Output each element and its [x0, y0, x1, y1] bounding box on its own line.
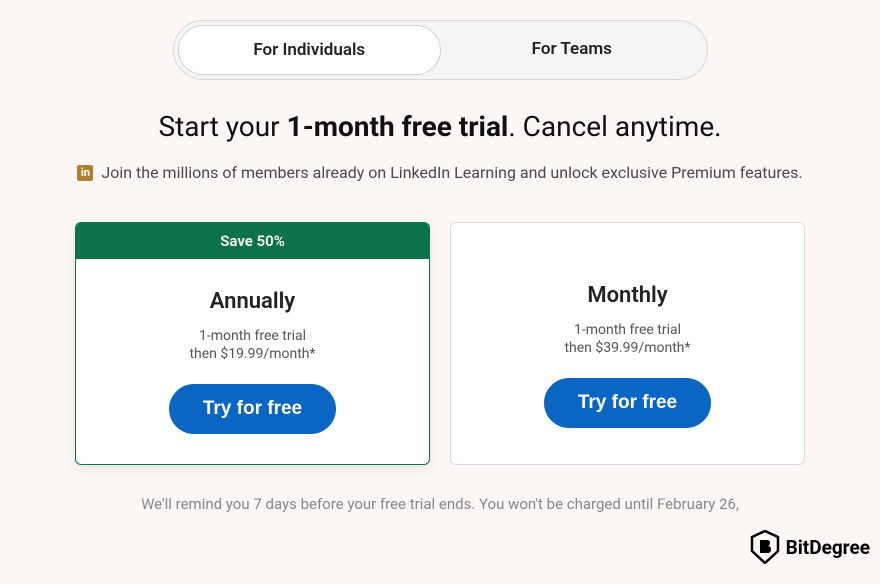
try-free-button-annually[interactable]: Try for free — [169, 384, 336, 434]
bitdegree-watermark: BitDegree — [750, 530, 870, 564]
subline-text: Join the millions of members already on … — [101, 163, 802, 182]
plan-card-monthly: Monthly 1-month free trial then $39.99/m… — [450, 222, 805, 465]
try-free-button-monthly[interactable]: Try for free — [544, 378, 711, 428]
linkedin-icon: in — [77, 165, 93, 181]
footer-note: We'll remind you 7 days before your free… — [70, 495, 810, 513]
plan-tab-switcher: For Individuals For Teams — [173, 20, 708, 80]
watermark-text: BitDegree — [786, 536, 870, 559]
subline: in Join the millions of members already … — [70, 163, 810, 182]
headline-prefix: Start your — [158, 110, 286, 143]
plan-trial-annually: 1-month free trial — [96, 328, 409, 344]
plan-card-annually: Save 50% Annually 1-month free trial the… — [75, 222, 430, 465]
plan-name-monthly: Monthly — [471, 283, 784, 308]
headline-suffix: . Cancel anytime. — [508, 110, 721, 143]
page-headline: Start your 1-month free trial. Cancel an… — [70, 110, 810, 143]
plans-container: Save 50% Annually 1-month free trial the… — [70, 222, 810, 465]
bitdegree-icon — [750, 530, 780, 564]
plan-name-annually: Annually — [96, 289, 409, 314]
tab-individuals[interactable]: For Individuals — [178, 25, 442, 75]
plan-price-annually: then $19.99/month* — [96, 346, 409, 362]
plan-trial-monthly: 1-month free trial — [471, 322, 784, 338]
plan-price-monthly: then $39.99/month* — [471, 340, 784, 356]
tab-teams[interactable]: For Teams — [441, 25, 703, 75]
save-banner: Save 50% — [76, 223, 429, 259]
headline-bold: 1-month free trial — [287, 110, 509, 143]
